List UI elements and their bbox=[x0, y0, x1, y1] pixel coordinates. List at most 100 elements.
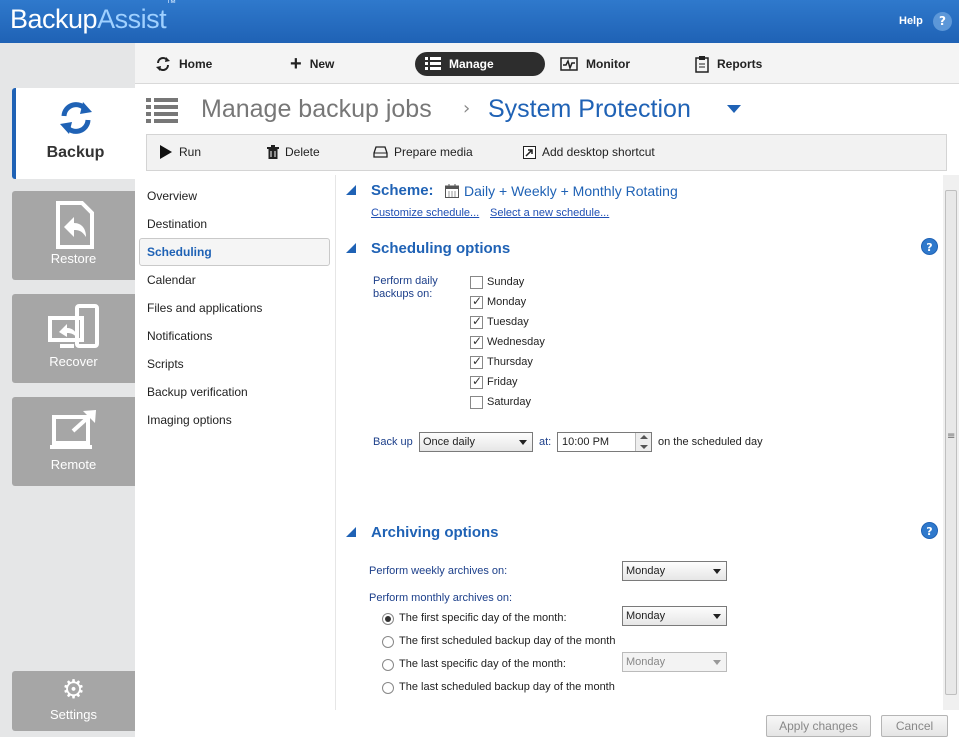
collapse-scheduling-icon[interactable] bbox=[346, 243, 356, 253]
play-icon bbox=[160, 145, 172, 159]
nav-manage[interactable]: Manage bbox=[415, 52, 545, 76]
checkbox-monday[interactable] bbox=[470, 294, 483, 309]
scrollbar-thumb[interactable] bbox=[945, 190, 957, 695]
prepare-media-label: Prepare media bbox=[394, 145, 473, 159]
monthly-archives-label: Perform monthly archives on: bbox=[369, 592, 513, 604]
left-rail: Backup Restore Recover Remote ⚙ Settings bbox=[0, 43, 135, 737]
nav-label: New bbox=[309, 57, 335, 71]
cancel-button[interactable]: Cancel bbox=[881, 715, 948, 737]
nav-label: Reports bbox=[717, 57, 763, 71]
select-schedule-link[interactable]: Select a new schedule... bbox=[490, 207, 609, 219]
radio-first-scheduled-day[interactable] bbox=[382, 636, 394, 648]
help-icon[interactable]: ? bbox=[933, 12, 952, 31]
scheduling-help-icon[interactable]: ? bbox=[921, 238, 938, 255]
add-shortcut-button[interactable]: Add desktop shortcut bbox=[523, 145, 655, 159]
rail-item-label: Backup bbox=[46, 144, 105, 161]
radio-first-specific-day[interactable] bbox=[382, 613, 394, 625]
section-imaging[interactable]: Imaging options bbox=[147, 413, 232, 427]
nav-home[interactable]: Home bbox=[155, 53, 212, 75]
section-verification[interactable]: Backup verification bbox=[147, 385, 248, 399]
job-toolbar: Run Delete Prepare media Add desktop sho… bbox=[146, 134, 947, 171]
top-navigation: Home + New Manage Monitor Reports bbox=[135, 43, 959, 84]
run-button[interactable]: Run bbox=[159, 145, 201, 159]
backup-sync-icon bbox=[59, 102, 92, 134]
nav-reports[interactable]: Reports bbox=[695, 53, 762, 75]
collapse-archiving-icon[interactable] bbox=[346, 527, 356, 537]
section-scripts[interactable]: Scripts bbox=[147, 357, 184, 371]
collapse-scheme-icon[interactable] bbox=[346, 185, 356, 195]
section-destination[interactable]: Destination bbox=[147, 217, 207, 231]
delete-label: Delete bbox=[285, 145, 320, 159]
back-up-label: Back up bbox=[373, 436, 413, 448]
day-label-thursday: Thursday bbox=[487, 356, 533, 368]
checkbox-friday[interactable] bbox=[470, 374, 483, 389]
last-scheduled-day-label: The last scheduled backup day of the mon… bbox=[399, 681, 615, 693]
first-scheduled-day-label: The first scheduled backup day of the mo… bbox=[399, 635, 616, 647]
daily-backups-label-2: backups on: bbox=[373, 288, 433, 300]
radio-last-scheduled-day[interactable] bbox=[382, 682, 394, 694]
section-notifications[interactable]: Notifications bbox=[147, 329, 212, 343]
day-label-sunday: Sunday bbox=[487, 276, 525, 288]
section-calendar[interactable]: Calendar bbox=[147, 273, 196, 287]
trash-icon bbox=[267, 145, 279, 159]
checkbox-thursday[interactable] bbox=[470, 354, 483, 369]
rail-item-backup[interactable]: Backup bbox=[12, 88, 135, 179]
help-link[interactable]: Help bbox=[899, 15, 923, 27]
restore-file-icon bbox=[55, 201, 94, 249]
monitor-pulse-icon bbox=[560, 57, 578, 71]
nav-new[interactable]: + New bbox=[290, 53, 334, 75]
scheme-label: Scheme: bbox=[371, 182, 434, 199]
title-bar: Manage backup jobs › System Protection bbox=[135, 84, 959, 134]
frequency-select[interactable]: Once daily bbox=[419, 432, 533, 452]
breadcrumb-separator: › bbox=[463, 98, 471, 119]
scheme-value: Daily + Weekly + Monthly Rotating bbox=[464, 183, 678, 199]
rail-item-restore[interactable]: Restore bbox=[12, 191, 135, 280]
checkbox-tuesday[interactable] bbox=[470, 314, 483, 329]
refresh-icon bbox=[156, 57, 170, 71]
last-specific-day-label: The last specific day of the month: bbox=[399, 658, 566, 670]
nav-label: Manage bbox=[449, 57, 494, 71]
section-files[interactable]: Files and applications bbox=[147, 301, 262, 315]
weekly-archives-select[interactable]: Monday bbox=[622, 561, 727, 581]
checkbox-sunday[interactable] bbox=[470, 276, 483, 289]
nav-monitor[interactable]: Monitor bbox=[560, 53, 630, 75]
drive-icon bbox=[373, 146, 388, 158]
main-scrollbar[interactable] bbox=[943, 175, 959, 710]
prepare-media-button[interactable]: Prepare media bbox=[373, 145, 473, 159]
app-logo: BackupAssist™ bbox=[10, 0, 176, 34]
radio-last-specific-day[interactable] bbox=[382, 659, 394, 671]
run-label: Run bbox=[179, 145, 202, 159]
checkbox-wednesday[interactable] bbox=[470, 334, 483, 349]
add-shortcut-label: Add desktop shortcut bbox=[542, 145, 655, 159]
job-dropdown-icon[interactable] bbox=[727, 105, 741, 113]
checkbox-saturday[interactable] bbox=[470, 396, 483, 409]
day-label-tuesday: Tuesday bbox=[487, 316, 529, 328]
rail-item-remote[interactable]: Remote bbox=[12, 397, 135, 486]
section-overview[interactable]: Overview bbox=[147, 189, 197, 203]
recover-monitor-icon bbox=[47, 304, 99, 348]
rail-item-label: Recover bbox=[49, 354, 98, 369]
rail-item-settings[interactable]: ⚙ Settings bbox=[12, 671, 135, 731]
delete-button[interactable]: Delete bbox=[267, 145, 320, 159]
page-title[interactable]: Manage backup jobs bbox=[201, 95, 432, 124]
backup-time-input[interactable]: 10:00 PM bbox=[557, 432, 652, 452]
job-list-icon bbox=[146, 98, 178, 123]
scheduling-heading: Scheduling options bbox=[371, 240, 511, 257]
plus-icon: + bbox=[290, 53, 302, 75]
rail-item-label: Restore bbox=[50, 251, 97, 266]
archiving-heading: Archiving options bbox=[371, 524, 499, 541]
job-title[interactable]: System Protection bbox=[488, 95, 691, 124]
rail-item-label: Remote bbox=[50, 457, 97, 472]
day-label-friday: Friday bbox=[487, 376, 518, 388]
nav-label: Monitor bbox=[586, 57, 630, 71]
first-specific-day-select[interactable]: Monday bbox=[622, 606, 727, 626]
scheduled-day-label: on the scheduled day bbox=[658, 436, 763, 448]
first-specific-day-label: The first specific day of the month: bbox=[399, 612, 567, 624]
time-stepper[interactable] bbox=[635, 433, 651, 451]
rail-item-recover[interactable]: Recover bbox=[12, 294, 135, 383]
apply-changes-button[interactable]: Apply changes bbox=[766, 715, 871, 737]
at-label: at: bbox=[539, 436, 552, 448]
section-scheduling[interactable]: Scheduling bbox=[139, 238, 330, 266]
archiving-help-icon[interactable]: ? bbox=[921, 522, 938, 539]
customize-schedule-link[interactable]: Customize schedule... bbox=[371, 207, 479, 219]
